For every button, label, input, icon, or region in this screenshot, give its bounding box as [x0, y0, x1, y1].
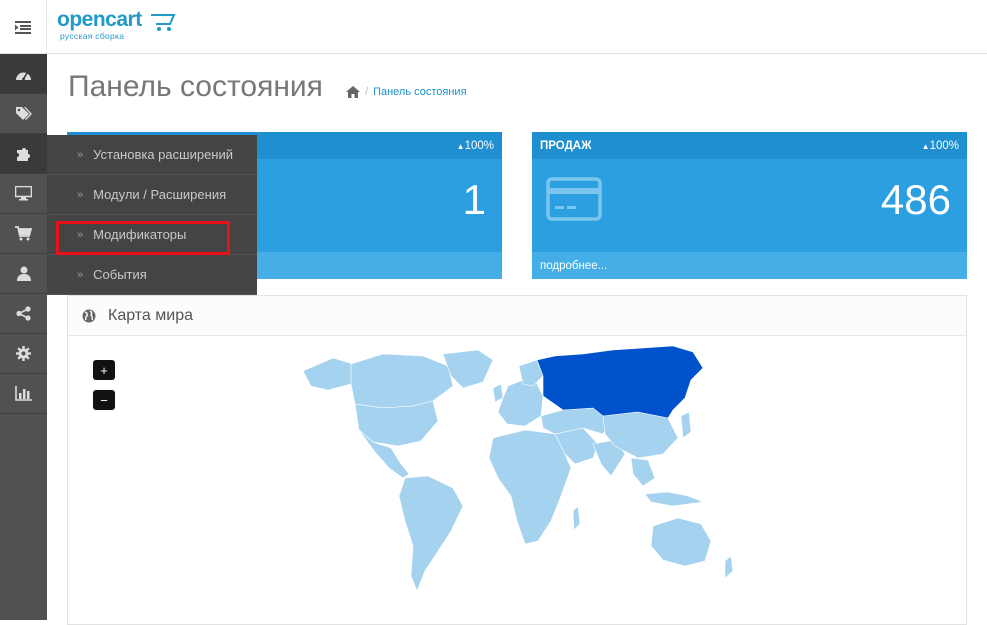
- cart-icon: [15, 226, 32, 241]
- sidebar-item-catalog[interactable]: [0, 94, 47, 134]
- opencart-logo[interactable]: opencart русская сборка: [57, 9, 187, 45]
- home-icon[interactable]: [346, 86, 360, 98]
- map-region-australia: [650, 517, 712, 567]
- map-region-alaska: [302, 357, 354, 391]
- map-region-indonesia: [644, 491, 705, 507]
- menu-item-label: События: [93, 267, 147, 282]
- desktop-icon: [15, 186, 32, 201]
- tile-percent: ▲100%: [456, 139, 494, 152]
- caret-up-icon: ▲: [921, 141, 930, 151]
- puzzle-icon: [16, 147, 30, 161]
- indent-icon: [15, 20, 31, 34]
- breadcrumb-link-dashboard[interactable]: Панель состояния: [373, 86, 466, 98]
- cog-icon: [16, 346, 31, 361]
- sidebar-item-customers[interactable]: [0, 254, 47, 294]
- menu-item-modifications[interactable]: » Модификаторы: [47, 215, 257, 255]
- tile-footer-link[interactable]: подробнее...: [532, 252, 967, 279]
- breadcrumb: / Панель состояния: [346, 86, 467, 98]
- zoom-out-button[interactable]: −: [93, 390, 115, 410]
- panel-heading: Карта мира: [68, 296, 966, 336]
- map-region-southeast-asia: [630, 457, 656, 487]
- credit-card-icon: [546, 177, 602, 226]
- tile-header: ПРОДАЖ ▲100%: [532, 132, 967, 159]
- menu-item-events[interactable]: » События: [47, 255, 257, 295]
- map-region-africa: [488, 429, 572, 545]
- tile-value: 486: [880, 176, 951, 223]
- tile-body: 486: [532, 159, 967, 252]
- menu-item-modules[interactable]: » Модули / Расширения: [47, 175, 257, 215]
- double-chevron-right-icon: »: [77, 188, 84, 201]
- panel-title: Карта мира: [108, 306, 193, 324]
- world-map-panel: Карта мира + −: [67, 295, 967, 625]
- sidebar-item-marketing[interactable]: [0, 294, 47, 334]
- globe-icon: [82, 309, 96, 322]
- menu-toggle-button[interactable]: [0, 0, 47, 54]
- sidebar: [0, 54, 47, 620]
- share-icon: [16, 306, 31, 321]
- map-region-europe: [497, 375, 544, 427]
- extensions-flyout-menu: » Установка расширений » Модули / Расшир…: [47, 135, 257, 295]
- map-region-japan: [680, 411, 692, 439]
- sidebar-item-dashboard[interactable]: [0, 54, 47, 94]
- double-chevron-right-icon: »: [77, 268, 84, 281]
- menu-item-label: Модификаторы: [93, 227, 187, 242]
- map-region-uk: [492, 383, 504, 403]
- menu-item-label: Установка расширений: [93, 147, 233, 162]
- sidebar-item-design[interactable]: [0, 174, 47, 214]
- double-chevron-right-icon: »: [77, 148, 84, 161]
- bar-chart-icon: [15, 386, 32, 401]
- map-region-new-zealand: [724, 555, 734, 579]
- map-region-canada: [350, 353, 454, 409]
- map-region-south-america: [398, 475, 464, 592]
- sidebar-item-extensions[interactable]: [0, 134, 47, 174]
- logo-subtitle: русская сборка: [60, 31, 125, 41]
- menu-item-label: Модули / Расширения: [93, 187, 227, 202]
- tile-title: ПРОДАЖ: [540, 139, 592, 152]
- page-title: Панель состояния: [68, 70, 323, 103]
- world-map[interactable]: [293, 346, 753, 606]
- dashboard-icon: [16, 72, 31, 80]
- tile-value: 1: [462, 176, 486, 223]
- sidebar-item-sales[interactable]: [0, 214, 47, 254]
- top-header: opencart русская сборка: [0, 0, 987, 54]
- cart-logo-icon: [151, 14, 176, 31]
- sidebar-item-system[interactable]: [0, 334, 47, 374]
- double-chevron-right-icon: »: [77, 228, 84, 241]
- caret-up-icon: ▲: [456, 141, 465, 151]
- sidebar-item-reports[interactable]: [0, 374, 47, 414]
- tags-icon: [16, 107, 32, 120]
- user-icon: [16, 266, 31, 281]
- zoom-in-button[interactable]: +: [93, 360, 115, 380]
- tile-percent: ▲100%: [921, 139, 959, 152]
- tile-sales: ПРОДАЖ ▲100% 486 подробнее...: [532, 132, 967, 279]
- menu-item-install-extensions[interactable]: » Установка расширений: [47, 135, 257, 175]
- map-region-russia: [536, 346, 704, 419]
- map-region-madagascar: [572, 505, 581, 531]
- breadcrumb-separator: /: [365, 86, 369, 98]
